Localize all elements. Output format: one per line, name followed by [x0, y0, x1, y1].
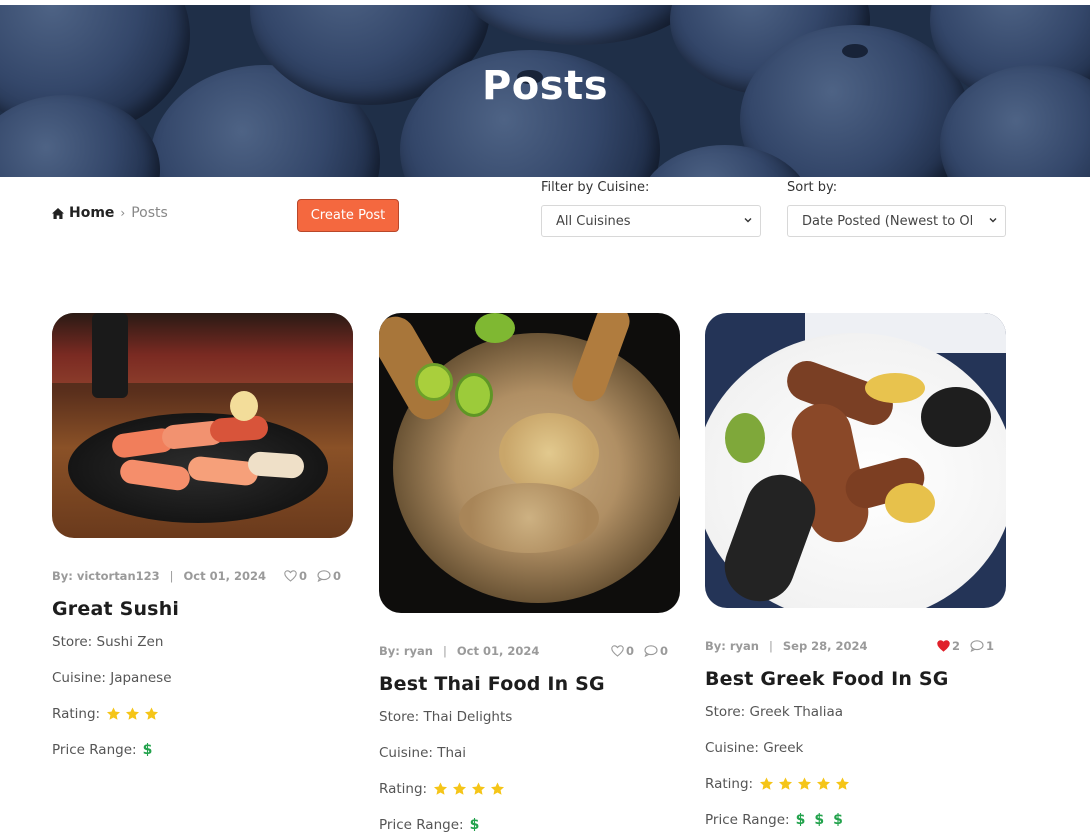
breadcrumb-home-link[interactable]: Home: [52, 205, 114, 221]
post-store: Store: Sushi Zen: [52, 634, 164, 650]
star-icon: [434, 782, 448, 795]
post-author[interactable]: By: ryan: [379, 644, 433, 658]
post-card[interactable]: By: ryan | Sep 28, 2024 2 1 Best Greek F…: [705, 313, 1006, 828]
comment-count: 1: [985, 639, 994, 653]
star-icon: [472, 782, 486, 795]
post-price-range: Price Range: $ $ $: [705, 812, 1006, 828]
chevron-right-icon: ›: [120, 206, 126, 220]
post-title[interactable]: Best Thai Food In SG: [379, 673, 680, 695]
comment-button[interactable]: 0: [644, 644, 668, 658]
star-icon: [760, 777, 774, 790]
breadcrumb-home-label: Home: [69, 205, 115, 221]
heart-icon: [284, 570, 297, 582]
sort-by-select[interactable]: Date Posted (Newest to Ol: [787, 205, 1006, 237]
star-icon: [836, 777, 850, 790]
dollar-icon: $: [795, 812, 806, 828]
like-button[interactable]: 0: [284, 569, 307, 583]
like-count: 0: [298, 569, 307, 583]
post-card[interactable]: By: victortan123 | Oct 01, 2024 0 0 Grea…: [52, 313, 353, 758]
breadcrumb: Home › Posts: [52, 205, 168, 221]
star-icon: [798, 777, 812, 790]
star-icon: [453, 782, 467, 795]
rating-stars: [759, 777, 850, 791]
post-card[interactable]: By: ryan | Oct 01, 2024 0 0 Best Thai Fo…: [379, 313, 680, 833]
create-post-button[interactable]: Create Post: [297, 199, 399, 232]
post-price-range: Price Range: $: [379, 817, 680, 833]
post-rating: Rating:: [705, 776, 1006, 792]
star-icon: [126, 707, 140, 720]
post-rating: Rating:: [52, 706, 353, 722]
star-icon: [107, 707, 121, 720]
post-image-thai[interactable]: [379, 313, 680, 613]
rating-label: Rating:: [379, 781, 428, 797]
rating-label: Rating:: [52, 706, 101, 722]
price-dollars: $ $ $: [796, 812, 843, 828]
rating-label: Rating:: [705, 776, 754, 792]
like-count: 0: [625, 644, 634, 658]
blueberry-decoration: [460, 5, 700, 45]
post-meta: By: victortan123 | Oct 01, 2024 0 0: [52, 569, 341, 583]
filter-cuisine-label: Filter by Cuisine:: [541, 180, 650, 195]
comment-count: 0: [659, 644, 668, 658]
price-label: Price Range:: [379, 817, 464, 833]
post-author[interactable]: By: victortan123: [52, 569, 160, 583]
star-icon: [491, 782, 505, 795]
post-date: Sep 28, 2024: [782, 639, 868, 653]
post-meta: By: ryan | Sep 28, 2024 2 1: [705, 639, 994, 653]
sort-by-value: Date Posted (Newest to Ol: [802, 213, 974, 229]
like-button[interactable]: 0: [611, 644, 634, 658]
rating-stars: [106, 707, 159, 721]
comment-icon: [317, 570, 331, 582]
post-image-sushi[interactable]: [52, 313, 353, 538]
comment-icon: [970, 640, 984, 652]
post-title[interactable]: Best Greek Food In SG: [705, 668, 1006, 690]
dollar-icon: $: [833, 812, 843, 828]
post-cuisine: Cuisine: Japanese: [52, 670, 172, 686]
breadcrumb-current: Posts: [131, 205, 168, 221]
post-author[interactable]: By: ryan: [705, 639, 759, 653]
star-icon: [817, 777, 831, 790]
price-dollars: $: [143, 742, 153, 758]
star-icon: [779, 777, 793, 790]
post-image-greek[interactable]: [705, 313, 1006, 608]
post-cuisine: Cuisine: Greek: [705, 740, 804, 756]
heart-icon: [611, 645, 624, 657]
price-label: Price Range:: [52, 742, 137, 758]
comment-count: 0: [332, 569, 341, 583]
star-icon: [145, 707, 159, 720]
dollar-icon: $: [814, 812, 825, 828]
post-store: Store: Greek Thaliaa: [705, 704, 844, 720]
post-meta: By: ryan | Oct 01, 2024 0 0: [379, 644, 668, 658]
home-icon: [52, 207, 64, 219]
dollar-icon: $: [469, 817, 480, 833]
post-store: Store: Thai Delights: [379, 709, 513, 725]
page-title: Posts: [481, 63, 609, 109]
post-date: Oct 01, 2024: [183, 569, 266, 583]
comment-icon: [644, 645, 658, 657]
price-label: Price Range:: [705, 812, 790, 828]
post-title[interactable]: Great Sushi: [52, 598, 353, 620]
like-count: 2: [951, 639, 960, 653]
post-date: Oct 01, 2024: [456, 644, 540, 658]
chevron-down-icon: [744, 218, 752, 223]
dollar-icon: $: [142, 742, 153, 758]
post-rating: Rating:: [379, 781, 680, 797]
like-button[interactable]: 2: [937, 639, 960, 653]
comment-button[interactable]: 1: [970, 639, 994, 653]
heart-icon: [937, 640, 950, 652]
comment-button[interactable]: 0: [317, 569, 341, 583]
price-dollars: $: [470, 817, 480, 833]
post-price-range: Price Range: $: [52, 742, 353, 758]
hero-banner: Posts: [0, 5, 1090, 177]
chevron-down-icon: [989, 218, 997, 223]
cuisine-filter-value: All Cuisines: [556, 213, 631, 229]
sort-by-label: Sort by:: [787, 180, 838, 195]
rating-stars: [433, 782, 505, 796]
post-cuisine: Cuisine: Thai: [379, 745, 467, 761]
cuisine-filter-select[interactable]: All Cuisines: [541, 205, 761, 237]
